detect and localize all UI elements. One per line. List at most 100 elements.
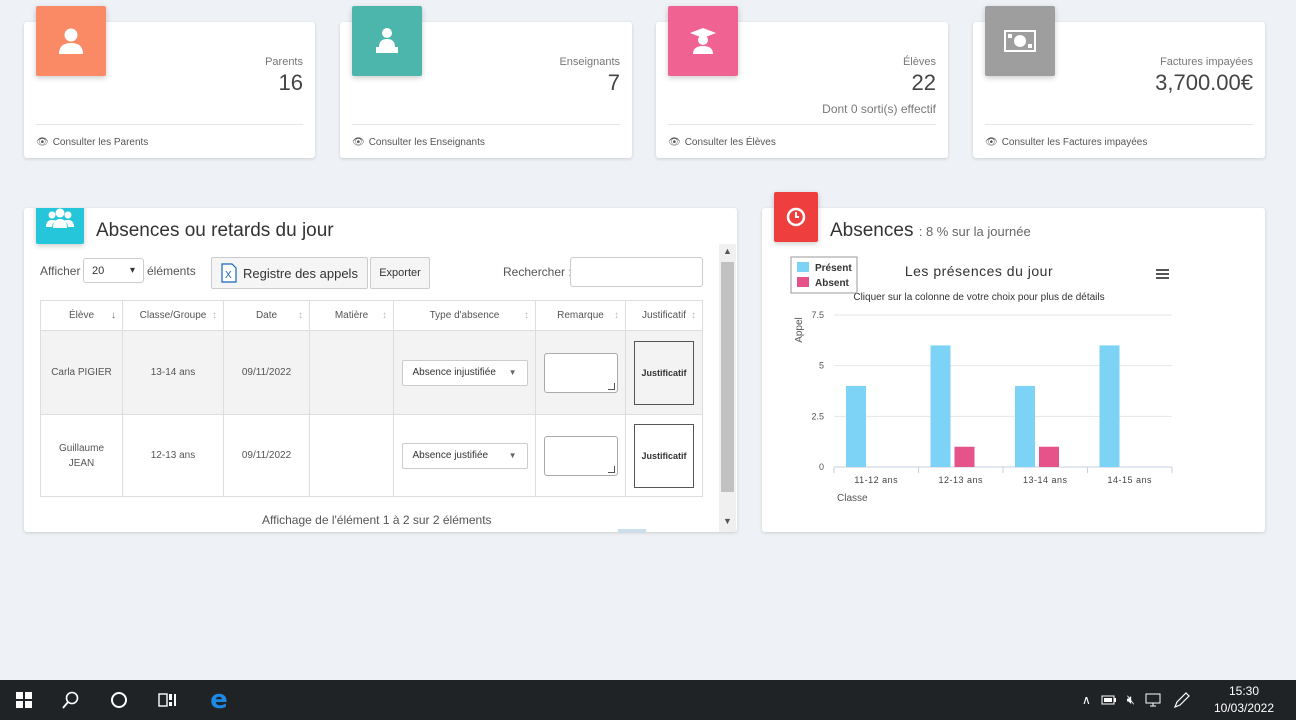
consult-students-link[interactable]: 👁 Consulter les Élèves [668, 124, 936, 148]
stat-label: Enseignants [559, 56, 620, 68]
stat-label: Factures impayées [1160, 56, 1253, 68]
column-label: Remarque [557, 310, 604, 321]
absence-type-select[interactable]: Absence justifiée ▼ [401, 442, 528, 469]
scroll-down-arrow[interactable]: ▼ [723, 516, 732, 526]
chevron-down-icon: ▼ [508, 451, 517, 460]
search-icon[interactable] [47, 680, 95, 720]
absence-type-value: Absence justifiée [412, 450, 489, 461]
date-cell: 09/11/2022 [223, 414, 310, 497]
sort-icon: ↓ [111, 310, 116, 321]
y-tick-label: 2.5 [811, 411, 824, 421]
windows-start-icon[interactable] [0, 680, 48, 720]
column-header[interactable]: Classe/Groupe ↕ [122, 300, 224, 331]
bar-absent[interactable] [1039, 446, 1059, 467]
group-cell: 12-13 ans [122, 414, 224, 497]
remark-cell [535, 330, 626, 415]
remark-cell [535, 414, 626, 497]
sort-icon: ↕ [212, 310, 217, 321]
bar-present[interactable] [846, 385, 866, 467]
stat-label: Parents [265, 56, 303, 68]
stat-card-parents: Parents 16 👁 Consulter les Parents [24, 6, 315, 158]
type-cell: Absence justifiée ▼ [393, 414, 536, 497]
page-size-select[interactable]: 20 ▾ [83, 258, 144, 283]
elements-label: éléments [147, 264, 196, 278]
stat-card-teachers: Enseignants 7 👁 Consulter les Enseignants [340, 6, 632, 158]
stat-value: 3,700.00€ [1155, 70, 1253, 95]
sort-icon: ↕ [691, 310, 696, 321]
x-tick-label: 11-12 ans [854, 475, 898, 485]
group-cell: 13-14 ans [122, 330, 224, 415]
speaker-muted-icon[interactable]: 🔇︎ [1127, 692, 1135, 708]
remark-textarea[interactable] [543, 435, 618, 476]
column-header[interactable]: Justificatif ↕ [625, 300, 703, 331]
x-tick-label: 13-14 ans [1023, 475, 1068, 485]
search-input[interactable] [570, 257, 703, 287]
absence-type-select[interactable]: Absence injustifiée ▼ [401, 359, 528, 386]
menu-icon[interactable] [1156, 269, 1169, 279]
absences-panel: Absences ou retards du jour Afficher 20 … [24, 208, 737, 532]
x-tick-label: 12-13 ans [938, 475, 983, 485]
panel-title: Absences ou retards du jour [96, 220, 334, 241]
bar-present[interactable] [1099, 345, 1120, 467]
pagination-active-page[interactable] [618, 529, 646, 532]
stat-value: 16 [278, 70, 303, 95]
student-cell: Carla PIGIER [40, 330, 123, 415]
justif-cell: Justificatif [625, 414, 703, 497]
consult-parents-link[interactable]: 👁 Consulter les Parents [36, 124, 303, 148]
column-header[interactable]: Type d'absence ↕ [393, 300, 536, 331]
eye-icon: 👁 [36, 137, 49, 148]
bar-present[interactable] [1015, 385, 1035, 467]
legend-swatch-absent [797, 277, 809, 287]
legend-absent[interactable]: Absent [815, 278, 850, 289]
column-header[interactable]: Matière ↕ [309, 300, 394, 331]
scroll-up-arrow[interactable]: ▲ [723, 246, 732, 256]
legend-present[interactable]: Présent [815, 263, 852, 274]
remark-textarea[interactable] [543, 352, 618, 393]
search-label: Rechercher : [503, 265, 572, 279]
clock-time: 15:30 [1228, 684, 1260, 698]
page-size-value: 20 [92, 264, 105, 277]
table-info: Affichage de l'élément 1 à 2 sur 2 éléme… [262, 513, 492, 527]
attendance-chart[interactable]: 11-12 ans 12-13 ans 13-14 ans 14-15 ans 0 2.… [762, 208, 1265, 532]
justificatif-button[interactable]: Justificatif [634, 340, 694, 405]
clock[interactable]: 15:30 10/03/2022 [1208, 683, 1280, 717]
task-view-icon[interactable] [143, 680, 191, 720]
register-button[interactable]: X Registre des appels [211, 257, 368, 289]
column-header[interactable]: Élève ↓ [40, 300, 123, 331]
eye-icon: 👁 [668, 137, 681, 148]
cortana-icon[interactable] [95, 680, 143, 720]
export-button-label: Exporter [379, 267, 421, 279]
taskbar: e ∧ 🔇︎ 15:30 10/03/2022 [0, 680, 1296, 720]
chevron-down-icon: ▾ [129, 265, 135, 276]
link-label: Consulter les Factures impayées [1001, 137, 1148, 148]
justificatif-button[interactable]: Justificatif [634, 423, 694, 488]
sort-icon: ↕ [298, 310, 303, 321]
scrollbar[interactable]: ▲ ▼ [719, 244, 736, 532]
show-label: Afficher [40, 264, 81, 278]
battery-icon[interactable] [1101, 694, 1117, 706]
x-axis-label: Classe [837, 493, 868, 504]
chevron-up-icon[interactable]: ∧ [1082, 693, 1091, 707]
link-label: Consulter les Parents [52, 137, 149, 148]
group-icon [36, 208, 84, 244]
consult-invoices-link[interactable]: 👁 Consulter les Factures impayées [985, 124, 1253, 148]
legend-swatch-present [797, 262, 809, 272]
scrollbar-thumb[interactable] [721, 262, 734, 492]
x-tick-label: 14-15 ans [1107, 475, 1152, 485]
column-header[interactable]: Remarque ↕ [535, 300, 626, 331]
bar-absent[interactable] [954, 446, 975, 467]
chevron-down-icon: ▼ [508, 368, 517, 377]
edge-browser-icon[interactable]: e [195, 680, 243, 720]
bar-present[interactable] [930, 345, 951, 467]
stat-value: 7 [607, 70, 620, 95]
pen-icon[interactable] [1173, 692, 1191, 708]
column-label: Type d'absence [429, 310, 500, 321]
sort-icon: ↕ [614, 310, 619, 321]
excel-file-icon: X [221, 263, 237, 283]
type-cell: Absence injustifiée ▼ [393, 330, 536, 415]
network-icon[interactable] [1145, 693, 1163, 707]
column-label: Classe/Groupe [139, 310, 207, 321]
consult-teachers-link[interactable]: 👁 Consulter les Enseignants [352, 124, 620, 148]
export-button[interactable]: Exporter [370, 257, 430, 289]
column-header[interactable]: Date ↕ [223, 300, 310, 331]
